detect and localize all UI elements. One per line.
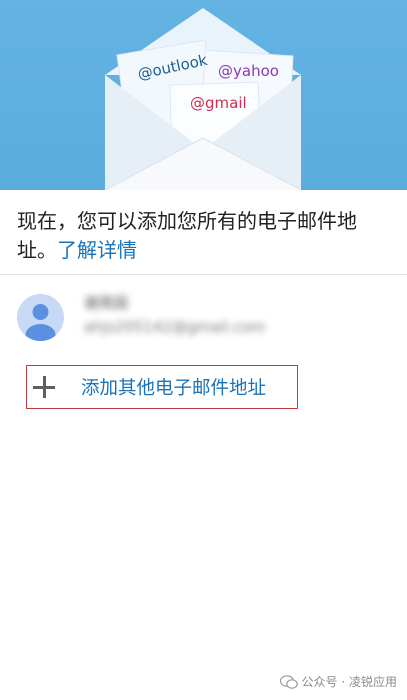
intro-text: 现在，您可以添加您所有的电子邮件地址。了解详情: [17, 207, 392, 265]
setup-screen: @outlook @yahoo @gmail 现在，您可以添加您所有的电子邮件地…: [0, 0, 407, 700]
account-name: 谢雨辰: [84, 294, 130, 312]
watermark-text: 公众号 · 凌锐应用: [301, 675, 397, 689]
watermark: 公众号 · 凌锐应用: [279, 673, 397, 690]
plus-icon: [33, 376, 55, 398]
person-icon: [25, 304, 56, 341]
divider: [0, 274, 407, 275]
add-email-button[interactable]: 添加其他电子邮件地址: [26, 365, 298, 409]
learn-more-link[interactable]: 了解详情: [57, 238, 137, 262]
account-row[interactable]: 谢雨辰 ahjs205142@gmail.com: [0, 282, 407, 360]
gmail-card-label: @gmail: [190, 94, 247, 112]
yahoo-card-label: @yahoo: [218, 62, 279, 80]
header-banner: @outlook @yahoo @gmail: [0, 0, 407, 190]
avatar: [17, 294, 64, 341]
account-email: ahjs205142@gmail.com: [84, 318, 266, 336]
wechat-icon: [279, 674, 298, 689]
add-email-label: 添加其他电子邮件地址: [81, 378, 267, 399]
